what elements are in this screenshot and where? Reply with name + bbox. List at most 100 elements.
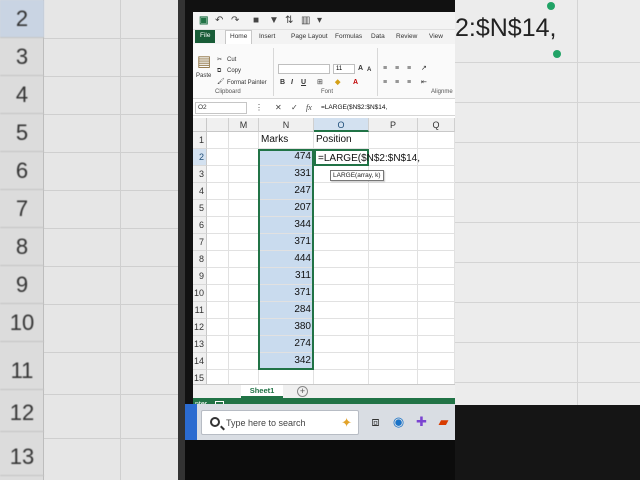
orientation-icon[interactable]: ↗ [421,64,427,74]
cell-l11[interactable] [207,302,229,319]
cell-marks-value[interactable]: 284 [259,302,314,319]
cell-o4[interactable] [314,183,369,200]
align-center-icon[interactable]: ≡ [395,78,399,88]
cell-marks-value[interactable]: 247 [259,183,314,200]
column-header-q[interactable]: Q [418,118,455,132]
cell-m4[interactable] [229,183,259,200]
cell-p10[interactable] [369,285,418,302]
cell-p11[interactable] [369,302,418,319]
cell-q8[interactable] [418,251,455,268]
cell-p12[interactable] [369,319,418,336]
task-view-icon[interactable]: ⧈ [367,413,384,430]
cell-o7[interactable] [314,234,369,251]
cell-m5[interactable] [229,200,259,217]
column-header-p[interactable]: P [369,118,418,132]
cell-q12[interactable] [418,319,455,336]
column-header-m[interactable]: M [229,118,259,132]
cell-q9[interactable] [418,268,455,285]
cell-p7[interactable] [369,234,418,251]
office-app-icon[interactable]: ▰ [435,413,452,430]
cell-marks-value[interactable]: 207 [259,200,314,217]
cell-o5[interactable] [314,200,369,217]
increase-font-icon[interactable]: A [358,64,363,74]
cell-q11[interactable] [418,302,455,319]
row-header-7[interactable]: 7 [193,234,207,251]
cell-p4[interactable] [369,183,418,200]
edge-browser-icon[interactable]: ◉ [390,413,407,430]
align-top-icon[interactable]: ≡ [383,64,387,74]
cell-n1-header[interactable]: Marks [259,132,314,149]
cell-p5[interactable] [369,200,418,217]
cell-p14[interactable] [369,353,418,370]
cell-o6[interactable] [314,217,369,234]
paste-icon[interactable]: ▤ [197,54,211,70]
align-right-icon[interactable]: ≡ [407,78,411,88]
row-header-11[interactable]: 11 [193,302,207,319]
cell-m9[interactable] [229,268,259,285]
cell-o1-header[interactable]: Position [314,132,369,149]
cell-l2[interactable] [207,149,229,166]
format-painter-icon[interactable]: 🖌 [217,78,225,86]
fill-color-icon[interactable]: ◆ [335,78,340,88]
tab-insert[interactable]: Insert [259,31,275,43]
row-header-5[interactable]: 5 [193,200,207,217]
font-color-icon[interactable]: A [353,78,358,88]
row-header-10[interactable]: 10 [193,285,207,302]
decrease-font-icon[interactable]: A [367,65,371,75]
tab-file[interactable]: File [195,30,216,43]
indent-icon[interactable]: ⇤ [421,78,427,88]
add-sheet-button[interactable]: + [297,386,308,397]
column-header-o[interactable]: O [314,118,369,132]
cell-l14[interactable] [207,353,229,370]
cell-m14[interactable] [229,353,259,370]
start-button[interactable] [185,404,197,440]
cut-button[interactable]: Cut [227,56,236,64]
cell-o2-editing[interactable]: =LARGE($N$2:$N$14, [314,149,420,166]
autosave-icon[interactable]: ▣ [199,14,208,28]
formula-input[interactable]: =LARGE($N$2:$N$14, [321,102,387,114]
font-name-dropdown[interactable] [278,64,330,74]
filter-icon[interactable]: ▼ [269,14,279,28]
row-header-14[interactable]: 14 [193,353,207,370]
cell-q7[interactable] [418,234,455,251]
cell-q14[interactable] [418,353,455,370]
bold-button[interactable]: B [280,78,285,88]
cell-m2[interactable] [229,149,259,166]
select-all-corner[interactable] [193,118,207,132]
borders-icon[interactable]: ⊞ [317,78,323,88]
cell-m6[interactable] [229,217,259,234]
cell-marks-value[interactable]: 380 [259,319,314,336]
cell-l9[interactable] [207,268,229,285]
row-header-1[interactable]: 1 [193,132,207,149]
cell-m11[interactable] [229,302,259,319]
redo-icon[interactable]: ↷ [231,14,239,28]
align-left-icon[interactable]: ≡ [383,78,387,88]
cell-q13[interactable] [418,336,455,353]
cell-o12[interactable] [314,319,369,336]
cell-q10[interactable] [418,285,455,302]
column-header[interactable] [207,118,229,132]
cell-l5[interactable] [207,200,229,217]
cell-q3[interactable] [418,166,455,183]
search-input[interactable]: Type here to search [226,411,306,435]
cell-p13[interactable] [369,336,418,353]
cell-marks-value[interactable]: 311 [259,268,314,285]
align-middle-icon[interactable]: ≡ [395,64,399,74]
cell-o11[interactable] [314,302,369,319]
cell-o8[interactable] [314,251,369,268]
cell-m13[interactable] [229,336,259,353]
cell-o9[interactable] [314,268,369,285]
row-header-4[interactable]: 4 [193,183,207,200]
cell-l13[interactable] [207,336,229,353]
cell-marks-value[interactable]: 371 [259,285,314,302]
paste-button[interactable]: Paste [196,72,211,80]
italic-button[interactable]: I [291,78,293,88]
row-header-12[interactable]: 12 [193,319,207,336]
cell-m1[interactable] [229,132,259,149]
cell-l3[interactable] [207,166,229,183]
tab-home[interactable]: Home [225,30,253,44]
row-header-2[interactable]: 2 [193,149,207,166]
cell-o10[interactable] [314,285,369,302]
cell-m12[interactable] [229,319,259,336]
cell-l10[interactable] [207,285,229,302]
